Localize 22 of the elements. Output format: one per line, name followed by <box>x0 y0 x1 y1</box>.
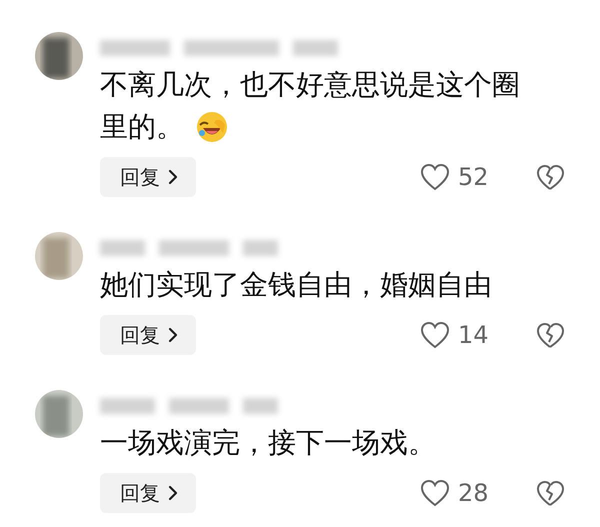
comment-text: 不离几次，也不好意思说是这个圈 <box>100 67 520 103</box>
comment-text: 里的。 <box>100 109 184 145</box>
broken-heart-icon[interactable] <box>536 164 565 190</box>
like-heart-icon[interactable] <box>420 163 450 191</box>
broken-heart-icon[interactable] <box>536 480 565 506</box>
broken-heart-icon[interactable] <box>536 322 565 348</box>
avatar-icon <box>35 232 83 280</box>
avatar-icon <box>35 32 83 80</box>
like-count: 28 <box>458 479 490 507</box>
avatar-icon <box>35 390 83 438</box>
like-heart-icon[interactable] <box>420 479 450 507</box>
like-count: 52 <box>458 163 490 191</box>
chevron-icon <box>168 485 178 501</box>
chevron-icon <box>168 327 178 343</box>
reply-button[interactable]: 回复 <box>100 473 196 513</box>
like-heart-icon[interactable] <box>420 321 450 349</box>
comment-text: 一场戏演完，接下一场戏。 <box>100 425 436 461</box>
reply-button[interactable]: 回复 <box>100 315 196 355</box>
like-count: 14 <box>458 321 490 349</box>
comment-text: 她们实现了金钱自由，婚姻自由 <box>100 267 492 303</box>
chevron-icon <box>168 169 178 185</box>
reply-button[interactable]: 回复 <box>100 157 196 197</box>
